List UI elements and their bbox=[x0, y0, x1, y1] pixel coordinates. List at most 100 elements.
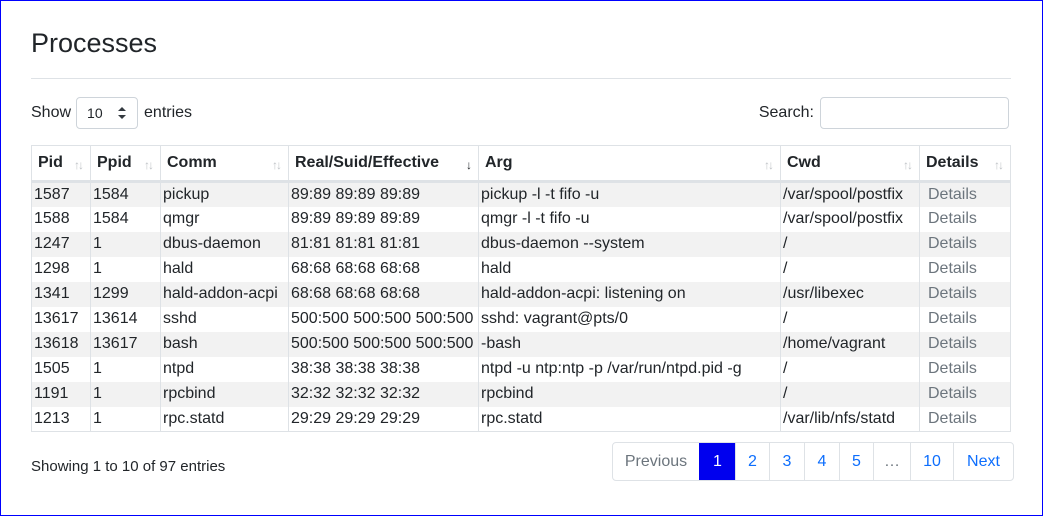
details-link[interactable]: Details bbox=[919, 406, 1011, 432]
table-cell: rpc.statd bbox=[160, 406, 289, 432]
column-header-arg[interactable]: Arg ↑↓ bbox=[478, 145, 781, 183]
table-cell: 1213 bbox=[31, 406, 91, 432]
table-cell: 13614 bbox=[90, 306, 161, 332]
table-cell: rpcbind bbox=[160, 381, 289, 407]
page-button-3[interactable]: 3 bbox=[769, 443, 804, 480]
table-cell: 89:89 89:89 89:89 bbox=[288, 181, 479, 207]
table-cell: 1341 bbox=[31, 281, 91, 307]
select-arrows-icon bbox=[118, 107, 127, 119]
details-link[interactable]: Details bbox=[919, 256, 1011, 282]
table-cell: 1 bbox=[90, 406, 161, 432]
table-cell: 29:29 29:29 29:29 bbox=[288, 406, 479, 432]
table-cell: 500:500 500:500 500:500 bbox=[288, 331, 479, 357]
page-title: Processes bbox=[31, 28, 158, 58]
table-row: 1341 1299 hald-addon-acpi 68:68 68:68 68:68… bbox=[31, 281, 1011, 307]
table-cell: / bbox=[780, 256, 920, 282]
length-label-after: entries bbox=[144, 104, 193, 121]
table-cell: 1191 bbox=[31, 381, 91, 407]
details-link[interactable]: Details bbox=[919, 281, 1011, 307]
table-cell: 1584 bbox=[90, 181, 161, 207]
page-button-4[interactable]: 4 bbox=[804, 443, 839, 480]
table-cell: rpcbind bbox=[478, 381, 781, 407]
sort-arrows-icon: ↑↓ bbox=[272, 158, 282, 172]
table-cell: 1587 bbox=[31, 181, 91, 207]
column-header-ppid[interactable]: Ppid ↑↓ bbox=[90, 145, 161, 183]
details-link[interactable]: Details bbox=[919, 206, 1011, 232]
table-cell: /var/lib/nfs/statd bbox=[780, 406, 920, 432]
table-cell: 13617 bbox=[90, 331, 161, 357]
table-cell: 89:89 89:89 89:89 bbox=[288, 206, 479, 232]
table-cell: hald-addon-acpi bbox=[160, 281, 289, 307]
column-header-pid[interactable]: Pid ↑↓ bbox=[31, 145, 91, 183]
table-cell: 1247 bbox=[31, 231, 91, 257]
table-cell: sshd bbox=[160, 306, 289, 332]
table-cell: ntpd bbox=[160, 356, 289, 382]
table-cell: sshd: vagrant@pts/0 bbox=[478, 306, 781, 332]
details-link[interactable]: Details bbox=[919, 356, 1011, 382]
table-cell: / bbox=[780, 306, 920, 332]
column-header-cwd[interactable]: Cwd ↑↓ bbox=[780, 145, 920, 183]
table-cell: 1299 bbox=[90, 281, 161, 307]
search-control: Search: bbox=[759, 97, 1009, 129]
table-cell: 1298 bbox=[31, 256, 91, 282]
table-cell: / bbox=[780, 231, 920, 257]
column-header-label: Cwd bbox=[787, 154, 821, 171]
column-header-label: Ppid bbox=[97, 154, 132, 171]
table-cell: 32:32 32:32 32:32 bbox=[288, 381, 479, 407]
page-button-1[interactable]: 1 bbox=[699, 443, 735, 480]
table-cell: hald bbox=[478, 256, 781, 282]
table-cell: hald-addon-acpi: listening on bbox=[478, 281, 781, 307]
next-page-button[interactable]: Next bbox=[953, 443, 1013, 480]
processes-table: Pid ↑↓ Ppid ↑↓ Comm ↑↓ Real/Suid/Effective ↓ Arg… bbox=[31, 145, 1011, 432]
entries-length-control: Show 10 entries bbox=[31, 97, 192, 129]
table-cell: /var/spool/postfix bbox=[780, 206, 920, 232]
table-cell: 1588 bbox=[31, 206, 91, 232]
page-button-10[interactable]: 10 bbox=[910, 443, 953, 480]
table-header-row: Pid ↑↓ Ppid ↑↓ Comm ↑↓ Real/Suid/Effective ↓ Arg… bbox=[31, 145, 1011, 183]
sort-arrows-icon: ↑↓ bbox=[994, 158, 1004, 172]
table-row: 13618 13617 bash 500:500 500:500 500:500 -ba… bbox=[31, 331, 1011, 357]
details-link[interactable]: Details bbox=[919, 231, 1011, 257]
table-cell: 1505 bbox=[31, 356, 91, 382]
table-cell: /home/vagrant bbox=[780, 331, 920, 357]
column-header-label: Pid bbox=[38, 154, 63, 171]
table-info: Showing 1 to 10 of 97 entries bbox=[31, 458, 226, 475]
details-link[interactable]: Details bbox=[919, 181, 1011, 207]
table-cell: 500:500 500:500 500:500 bbox=[288, 306, 479, 332]
column-header-label: Details bbox=[926, 154, 979, 171]
table-cell: qmgr -l -t fifo -u bbox=[478, 206, 781, 232]
column-header-label: Real/Suid/Effective bbox=[295, 154, 440, 171]
column-header-details[interactable]: Details ↑↓ bbox=[919, 145, 1011, 183]
table-cell: 1 bbox=[90, 256, 161, 282]
table-cell: 81:81 81:81 81:81 bbox=[288, 231, 479, 257]
entries-per-page-value: 10 bbox=[87, 105, 103, 121]
search-input[interactable] bbox=[820, 97, 1009, 129]
table-row: 1213 1 rpc.statd 29:29 29:29 29:29 rpc.statd… bbox=[31, 406, 1011, 432]
page-button-2[interactable]: 2 bbox=[735, 443, 769, 480]
details-link[interactable]: Details bbox=[919, 331, 1011, 357]
details-link[interactable]: Details bbox=[919, 306, 1011, 332]
table-row: 1505 1 ntpd 38:38 38:38 38:38 ntpd -u ntp:nt… bbox=[31, 356, 1011, 382]
table-cell: dbus-daemon bbox=[160, 231, 289, 257]
table-row: 13617 13614 sshd 500:500 500:500 500:500 ssh… bbox=[31, 306, 1011, 332]
table-cell: dbus-daemon --system bbox=[478, 231, 781, 257]
table-cell: 1 bbox=[90, 356, 161, 382]
window-frame: Processes Show 10 entries Search: Pid ↑↓ P… bbox=[0, 0, 1043, 516]
column-header-label: Comm bbox=[167, 154, 217, 171]
page-button-5[interactable]: 5 bbox=[839, 443, 873, 480]
column-header-comm[interactable]: Comm ↑↓ bbox=[160, 145, 289, 183]
sort-arrows-icon: ↑↓ bbox=[74, 158, 84, 172]
table-cell: 68:68 68:68 68:68 bbox=[288, 281, 479, 307]
table-cell: / bbox=[780, 356, 920, 382]
sort-arrows-icon: ↑↓ bbox=[144, 158, 154, 172]
search-label: Search: bbox=[758, 104, 814, 121]
table-cell: /usr/libexec bbox=[780, 281, 920, 307]
column-header-real-suid-effective[interactable]: Real/Suid/Effective ↓ bbox=[288, 145, 479, 183]
details-link[interactable]: Details bbox=[919, 381, 1011, 407]
table-cell: /var/spool/postfix bbox=[780, 181, 920, 207]
table-cell: qmgr bbox=[160, 206, 289, 232]
table-cell: / bbox=[780, 381, 920, 407]
length-label-before: Show bbox=[31, 104, 72, 121]
table-body: 1587 1584 pickup 89:89 89:89 89:89 pickup -l… bbox=[31, 181, 1011, 432]
entries-per-page-select[interactable]: 10 bbox=[76, 97, 139, 129]
